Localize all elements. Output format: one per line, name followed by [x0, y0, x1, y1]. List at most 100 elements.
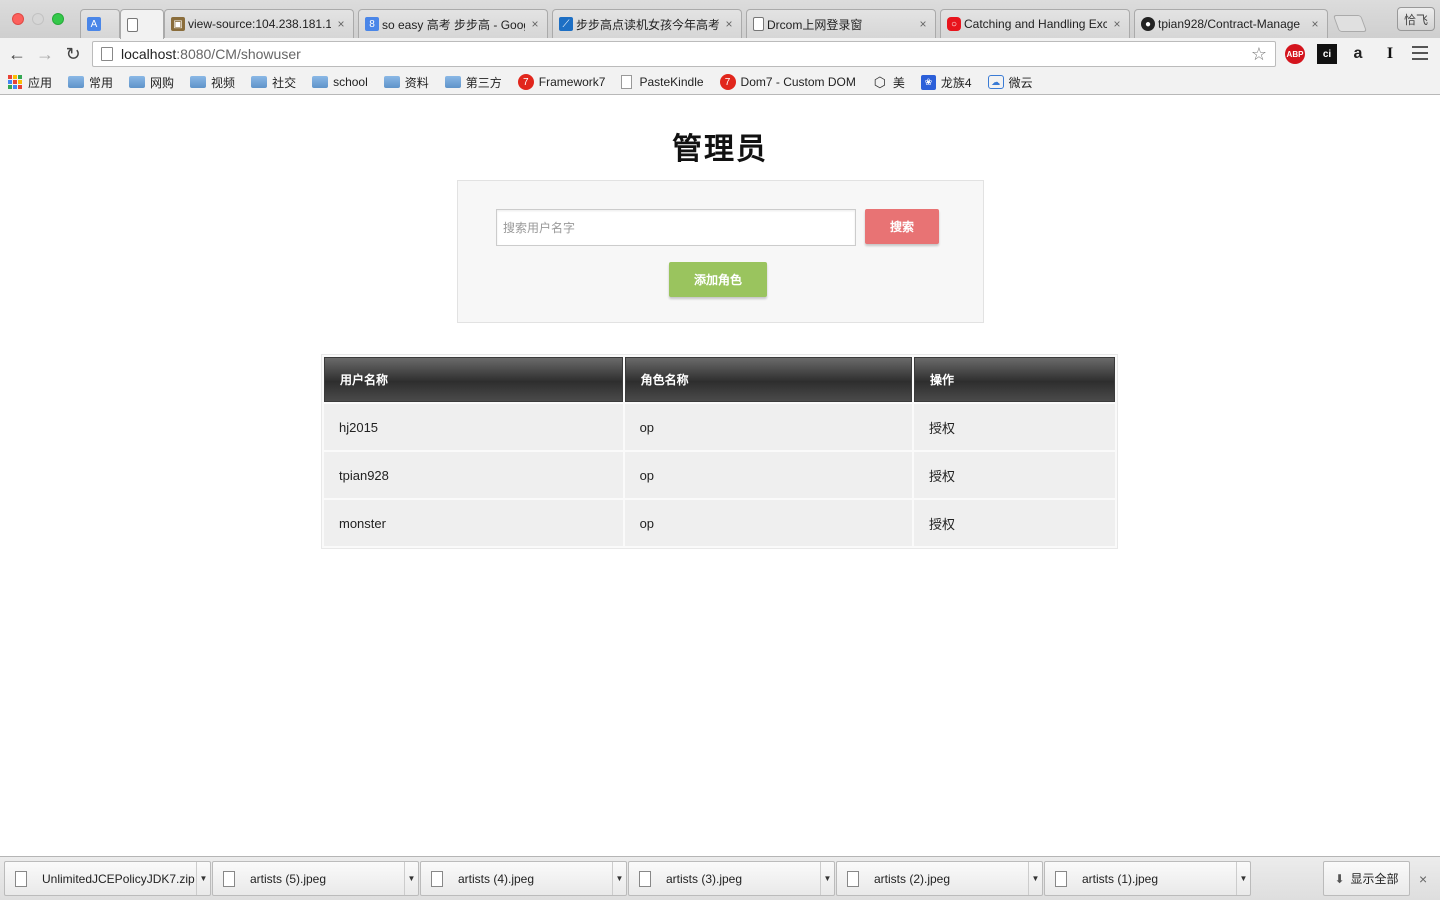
address-bar[interactable]: localhost:8080/CM/showuser ☆ [92, 41, 1276, 67]
table-row: hj2015 op 授权 [324, 404, 1115, 450]
tab-github[interactable]: ● tpian928/Contract-Manage × [1134, 9, 1328, 38]
google-icon: 8 [365, 17, 379, 31]
search-input[interactable] [496, 209, 856, 246]
authorize-link[interactable]: 授权 [914, 452, 1115, 498]
folder-icon [251, 76, 268, 88]
download-filename: artists (4).jpeg [458, 871, 535, 886]
tab-close-icon[interactable]: × [335, 17, 347, 31]
browser-tabstrip: A ▣ view-source:104.238.181.1 × 8 so eas… [0, 0, 1440, 39]
tab-title: Drcom上网登录窗 [767, 17, 863, 32]
tab-translate[interactable]: A [80, 9, 120, 38]
extension-ci-icon[interactable]: ci [1317, 44, 1337, 64]
download-filename: artists (5).jpeg [250, 871, 327, 886]
bookmark-folder[interactable]: 网购 [129, 74, 174, 91]
table-header-row: 用户名称 角色名称 操作 [324, 357, 1115, 402]
folder-icon [68, 76, 85, 88]
apps-icon [8, 75, 22, 89]
download-item[interactable]: artists (1).jpeg ▼ [1044, 861, 1251, 896]
show-all-downloads-button[interactable]: ⬇ 显示全部 [1323, 861, 1410, 896]
tab-close-icon[interactable]: × [529, 17, 541, 31]
bookmark-folder[interactable]: school [312, 75, 368, 89]
bookmark-star-icon[interactable]: ☆ [1251, 44, 1267, 65]
bookmark-pastekindle[interactable]: PasteKindle [621, 75, 704, 89]
authorize-link[interactable]: 授权 [914, 404, 1115, 450]
minimize-window-button[interactable] [32, 13, 44, 25]
dropdown-arrow-icon[interactable]: ▼ [1028, 862, 1042, 895]
search-panel: 搜索 添加角色 [457, 180, 984, 323]
url-text: localhost:8080/CM/showuser [121, 46, 301, 62]
add-role-button[interactable]: 添加角色 [669, 262, 767, 297]
bookmark-framework7[interactable]: 7 Framework7 [517, 74, 605, 90]
bookmark-codepen[interactable]: ⬡ 美 [872, 74, 905, 91]
reload-icon[interactable]: ↻ [62, 43, 84, 65]
column-header-role: 角色名称 [624, 357, 913, 402]
download-item[interactable]: UnlimitedJCEPolicyJDK7.zip ▼ [4, 861, 211, 896]
cell-role: op [624, 500, 913, 546]
dropdown-arrow-icon[interactable]: ▼ [612, 862, 626, 895]
profile-button[interactable]: 恰飞 [1397, 7, 1435, 31]
instapaper-icon[interactable]: I [1380, 44, 1400, 64]
zoom-window-button[interactable] [52, 13, 64, 25]
back-arrow-icon[interactable]: ← [6, 43, 28, 65]
dropdown-arrow-icon[interactable]: ▼ [404, 862, 418, 895]
bookmark-label: Dom7 - Custom DOM [740, 75, 856, 89]
tab-drcom[interactable]: Drcom上网登录窗 × [746, 9, 936, 38]
download-item[interactable]: artists (5).jpeg ▼ [212, 861, 419, 896]
folder-icon [444, 76, 461, 88]
browser-toolbar: ← → ↻ localhost:8080/CM/showuser ☆ ABP c… [0, 38, 1440, 70]
bookmark-folder[interactable]: 资料 [383, 74, 429, 91]
download-filename: artists (3).jpeg [666, 871, 743, 886]
url-path: :8080/CM/showuser [176, 46, 301, 62]
tab-news[interactable]: ⟋ 步步高点读机女孩今年高考? × [552, 9, 742, 38]
bookmark-dom7[interactable]: 7 Dom7 - Custom DOM [719, 74, 856, 90]
dropdown-arrow-icon[interactable]: ▼ [1236, 862, 1250, 895]
dropdown-arrow-icon[interactable]: ▼ [820, 862, 834, 895]
chrome-menu-icon[interactable] [1412, 46, 1428, 64]
dropdown-arrow-icon[interactable]: ▼ [196, 862, 210, 895]
bookmark-label: 应用 [28, 75, 53, 90]
framework7-icon: 7 [517, 74, 534, 90]
bookmark-baidu[interactable]: ❀ 龙族4 [920, 74, 972, 91]
cell-role: op [624, 452, 913, 498]
framework7-icon: 7 [719, 74, 736, 90]
tab-title: tpian928/Contract-Manage [1158, 17, 1301, 31]
adblock-plus-icon[interactable]: ABP [1285, 44, 1305, 64]
bookmark-label: school [333, 75, 368, 89]
download-item[interactable]: artists (2).jpeg ▼ [836, 861, 1043, 896]
user-table: 用户名称 角色名称 操作 hj2015 op 授权 tpian928 op 授权… [321, 354, 1118, 549]
bookmark-apps[interactable]: 应用 [8, 74, 52, 91]
new-tab-button[interactable] [1332, 15, 1368, 32]
page-content: 管理员 搜索 添加角色 用户名称 角色名称 操作 hj2015 op 授权 tp… [0, 96, 1440, 856]
tab-oracle[interactable]: ○ Catching and Handling Exc × [940, 9, 1130, 38]
amazon-icon[interactable]: a [1348, 44, 1368, 64]
tab-close-icon[interactable]: × [1309, 17, 1321, 31]
download-filename: UnlimitedJCEPolicyJDK7.zip [42, 871, 195, 886]
bookmark-label: 视频 [211, 75, 236, 90]
authorize-link[interactable]: 授权 [914, 500, 1115, 546]
bookmark-folder[interactable]: 第三方 [444, 74, 502, 91]
cloud-icon: ☁ [987, 75, 1004, 89]
bookmark-folder[interactable]: 社交 [251, 74, 296, 91]
tab-current[interactable] [120, 9, 164, 39]
image-file-icon [847, 870, 859, 887]
download-item[interactable]: artists (4).jpeg ▼ [420, 861, 627, 896]
close-icon[interactable]: × [1419, 871, 1427, 887]
bookmark-folder[interactable]: 视频 [190, 74, 235, 91]
cell-role: op [624, 404, 913, 450]
bookmark-weiyun[interactable]: ☁ 微云 [987, 74, 1033, 91]
tab-title: view-source:104.238.181.1 [188, 17, 331, 31]
forward-arrow-icon[interactable]: → [34, 43, 56, 65]
tab-close-icon[interactable]: × [723, 17, 735, 31]
tab-google-search[interactable]: 8 so easy 高考 步步高 - Goog × [358, 9, 548, 38]
tab-view-source[interactable]: ▣ view-source:104.238.181.1 × [164, 9, 354, 38]
folder-icon [190, 76, 207, 88]
tab-close-icon[interactable]: × [1111, 17, 1123, 31]
close-window-button[interactable] [12, 13, 24, 25]
tab-title: Catching and Handling Exc [964, 17, 1107, 31]
cell-username: tpian928 [324, 452, 623, 498]
bookmark-folder[interactable]: 常用 [68, 74, 113, 91]
search-button[interactable]: 搜索 [865, 209, 939, 244]
bookmark-label: 常用 [89, 75, 114, 90]
download-item[interactable]: artists (3).jpeg ▼ [628, 861, 835, 896]
tab-close-icon[interactable]: × [917, 17, 929, 31]
